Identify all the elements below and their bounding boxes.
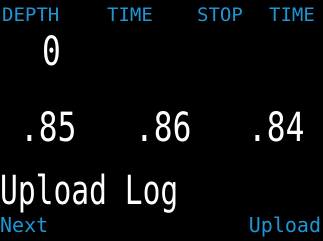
- sensor-reading-3: .84: [248, 105, 305, 151]
- next-softkey-button[interactable]: Next: [0, 213, 48, 237]
- upload-softkey-button[interactable]: Upload: [249, 213, 321, 237]
- depth-value: 0: [42, 29, 61, 75]
- stop-header-label: STOP: [197, 4, 243, 26]
- status-message: Upload Log: [0, 168, 179, 214]
- sensor-reading-2: .86: [135, 105, 192, 151]
- sensor-reading-1: .85: [20, 105, 77, 151]
- stop-time-header-label: TIME: [269, 4, 315, 26]
- dive-computer-screen: DEPTH TIME STOP TIME 0 .85 .86 .84 Uploa…: [0, 0, 323, 241]
- time-header-label: TIME: [107, 4, 153, 26]
- depth-header-label: DEPTH: [2, 4, 60, 26]
